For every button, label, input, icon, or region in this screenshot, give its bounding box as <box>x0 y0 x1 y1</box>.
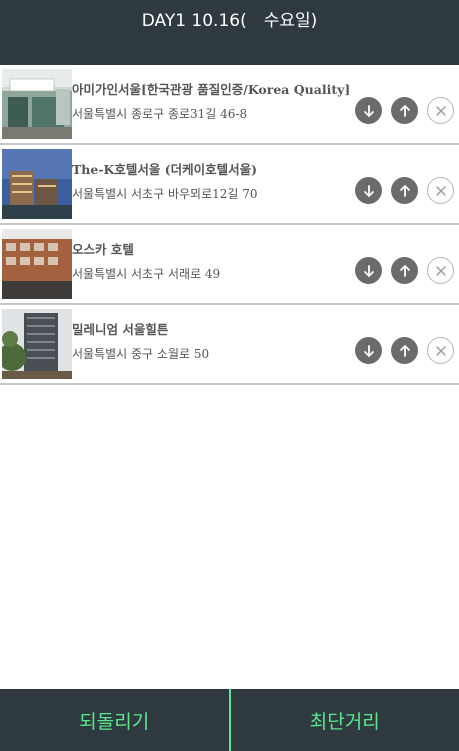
move-down-button[interactable] <box>355 257 382 284</box>
place-thumbnail <box>2 309 72 379</box>
place-address: 서울특별시 종로구 종로31길 46-8 <box>72 107 248 121</box>
arrow-up-icon <box>399 184 410 197</box>
day-title: DAY1 10.16( 수요일) <box>141 11 318 31</box>
place-thumbnail <box>2 229 72 299</box>
list-item[interactable]: 아미가인서울[한국관광 품질인증/Korea Quality] 서울특별시 종로… <box>0 65 459 145</box>
item-controls <box>355 177 454 204</box>
place-list: 아미가인서울[한국관광 품질인증/Korea Quality] 서울특별시 종로… <box>0 65 459 385</box>
arrow-up-icon <box>399 104 410 117</box>
close-icon <box>435 185 446 196</box>
remove-button[interactable] <box>427 177 454 204</box>
arrow-up-icon <box>399 264 410 277</box>
place-address: 서울특별시 서초구 서래로 49 <box>72 267 221 281</box>
remove-button[interactable] <box>427 337 454 364</box>
arrow-down-icon <box>363 184 374 197</box>
list-item[interactable]: 오스카 호텔 서울특별시 서초구 서래로 49 <box>0 225 459 305</box>
move-down-button[interactable] <box>355 97 382 124</box>
bottom-action-bar: 되돌리기 최단거리 <box>0 689 459 751</box>
move-down-button[interactable] <box>355 177 382 204</box>
close-icon <box>435 345 446 356</box>
arrow-down-icon <box>363 104 374 117</box>
arrow-down-icon <box>363 344 374 357</box>
list-item[interactable]: The-K호텔서울 (더케이호텔서울) 서울특별시 서초구 바우뫼로12길 70 <box>0 145 459 225</box>
remove-button[interactable] <box>427 97 454 124</box>
place-address: 서울특별시 서초구 바우뫼로12길 70 <box>72 187 258 201</box>
undo-button[interactable]: 되돌리기 <box>0 689 229 751</box>
move-up-button[interactable] <box>391 337 418 364</box>
close-icon <box>435 265 446 276</box>
remove-button[interactable] <box>427 257 454 284</box>
place-name: 밀레니엄 서울힐튼 <box>72 322 169 337</box>
place-name: 아미가인서울[한국관광 품질인증/Korea Quality] <box>72 82 351 97</box>
item-controls <box>355 97 454 124</box>
list-item[interactable]: 밀레니엄 서울힐튼 서울특별시 중구 소월로 50 <box>0 305 459 385</box>
item-controls <box>355 337 454 364</box>
shortest-route-button[interactable]: 최단거리 <box>231 689 459 751</box>
app-header: DAY1 10.16( 수요일) <box>0 0 459 65</box>
move-up-button[interactable] <box>391 257 418 284</box>
place-thumbnail <box>2 69 72 139</box>
arrow-up-icon <box>399 344 410 357</box>
close-icon <box>435 105 446 116</box>
arrow-down-icon <box>363 264 374 277</box>
move-down-button[interactable] <box>355 337 382 364</box>
place-name: The-K호텔서울 (더케이호텔서울) <box>72 162 258 177</box>
move-up-button[interactable] <box>391 177 418 204</box>
place-thumbnail <box>2 149 72 219</box>
place-address: 서울특별시 중구 소월로 50 <box>72 347 210 361</box>
place-name: 오스카 호텔 <box>72 242 134 257</box>
move-up-button[interactable] <box>391 97 418 124</box>
item-controls <box>355 257 454 284</box>
